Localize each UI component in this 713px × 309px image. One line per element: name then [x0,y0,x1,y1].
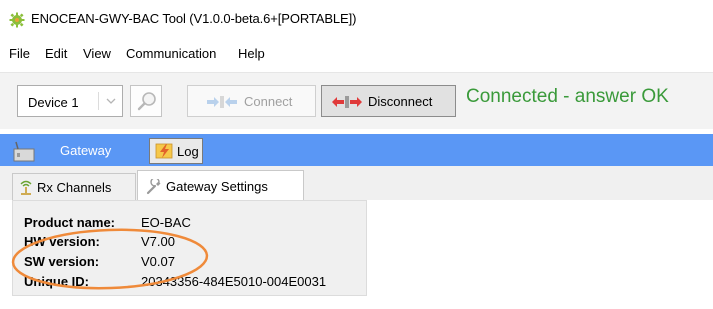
gateway-info-panel: Product name: EO-BAC HW version: V7.00 S… [12,200,367,296]
device-select[interactable]: Device 1 [17,85,123,117]
disconnect-label: Disconnect [368,94,433,109]
tab-rx-channels[interactable]: Rx Channels [12,173,136,200]
info-key: HW version: [24,234,100,249]
info-key: SW version: [24,254,100,269]
gateway-bar: Gateway Log [0,134,713,166]
tab-gateway-settings-label: Gateway Settings [166,179,268,194]
menu-file[interactable]: File [9,46,30,61]
menu-edit[interactable]: Edit [45,46,67,61]
info-value: 20343356-484E5010-004E0031 [141,274,327,289]
info-value: V7.00 [141,234,175,249]
connect-arrows-icon [207,96,237,108]
disconnect-button[interactable]: Disconnect [321,85,456,117]
tab-log[interactable]: Log [149,138,203,164]
antenna-icon [20,180,32,195]
info-value: EO-BAC [141,215,191,230]
select-divider [98,92,99,110]
info-key: Unique ID: [24,274,89,289]
chevron-down-icon [106,98,116,104]
connection-status: Connected - answer OK [466,86,669,107]
lightning-icon [155,143,173,159]
tab-rx-channels-label: Rx Channels [37,180,112,195]
tab-gateway-label: Gateway [60,143,112,158]
title-bar: ENOCEAN-GWY-BAC Tool (V1.0.0-beta.6+[POR… [0,0,713,38]
toolbar: Device 1 Connect Disconnect Connected - … [0,72,713,129]
connect-label: Connect [244,94,293,109]
search-icon [137,92,156,111]
connect-button[interactable]: Connect [187,85,316,117]
device-select-value: Device 1 [28,95,79,110]
info-value: V0.07 [141,254,175,269]
info-key: Product name: [24,215,116,230]
menu-help[interactable]: Help [238,46,265,61]
tab-gateway-settings[interactable]: Gateway Settings [137,170,304,200]
gateway-device-icon [13,141,35,162]
menu-communication[interactable]: Communication [126,46,216,61]
search-device-button[interactable] [130,85,162,117]
window-title: ENOCEAN-GWY-BAC Tool (V1.0.0-beta.6+[POR… [31,11,357,26]
disconnect-arrows-icon [332,96,362,108]
wrench-icon [146,179,161,195]
menu-view[interactable]: View [83,46,111,61]
tab-log-label: Log [177,144,199,159]
gear-icon [9,12,25,28]
subtab-strip: Rx Channels Gateway Settings [0,166,713,200]
